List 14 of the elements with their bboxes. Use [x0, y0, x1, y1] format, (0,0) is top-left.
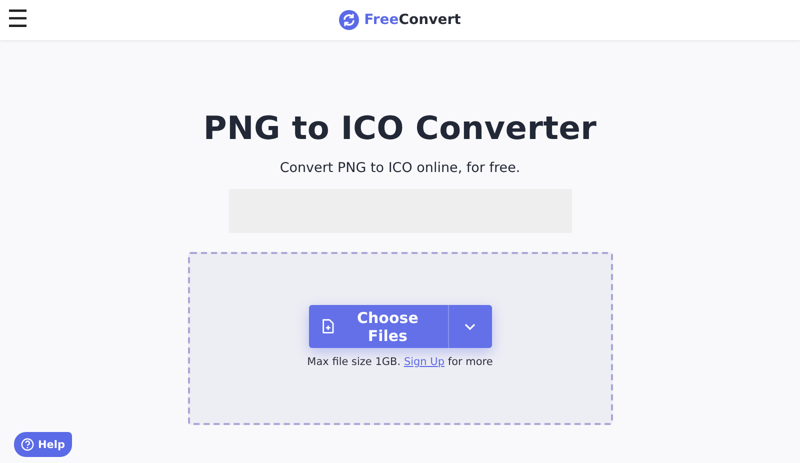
- menu-icon[interactable]: ☰: [7, 5, 29, 33]
- page-subtitle: Convert PNG to ICO online, for free.: [280, 159, 520, 177]
- chevron-down-icon: [464, 322, 476, 330]
- file-add-icon: [322, 318, 334, 335]
- logo-text[interactable]: FreeConvert: [364, 12, 461, 28]
- file-size-note: Max file size 1GB. Sign Up for more: [307, 356, 493, 368]
- drop-zone[interactable]: Choose Files Max file size 1GB. Sign Up for more: [188, 252, 612, 425]
- choose-files-button[interactable]: Choose Files: [308, 305, 448, 348]
- sign-up-link[interactable]: Sign Up: [404, 356, 445, 368]
- question-icon: [20, 438, 34, 451]
- sync-icon: [339, 10, 360, 30]
- page-title: PNG to ICO Converter: [203, 108, 597, 148]
- dropdown-button[interactable]: [448, 305, 492, 348]
- help-button[interactable]: Help: [14, 432, 72, 457]
